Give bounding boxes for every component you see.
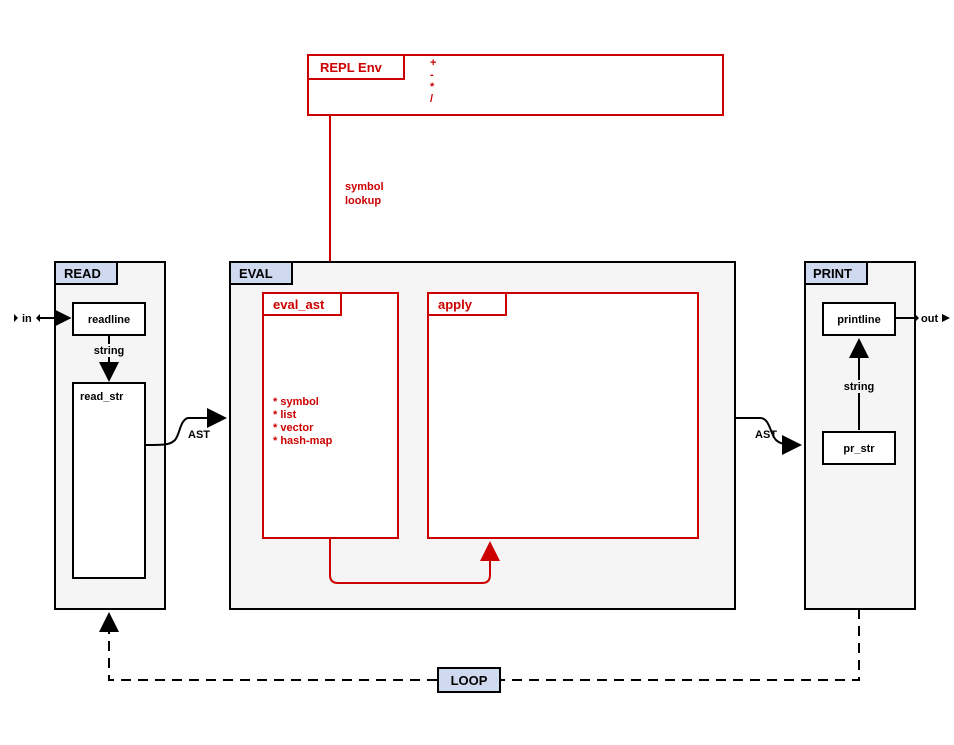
read-str-label: read_str bbox=[80, 391, 124, 403]
print-title: PRINT bbox=[813, 266, 852, 281]
repl-env-box: REPL Env + - * / bbox=[308, 55, 723, 115]
repl-env-op: - bbox=[430, 69, 434, 81]
arrow-ast-eval-print: AST bbox=[735, 418, 800, 445]
printline-label: printline bbox=[837, 314, 880, 326]
label-in: in bbox=[22, 313, 32, 325]
label-lookup: lookup bbox=[345, 195, 381, 207]
repl-env-title: REPL Env bbox=[320, 60, 383, 75]
pr-str-label: pr_str bbox=[843, 443, 875, 455]
label-string-read: string bbox=[94, 345, 125, 357]
eval-panel: EVAL eval_ast * symbol * list * vector *… bbox=[230, 262, 735, 609]
print-panel: PRINT printline string pr_str bbox=[805, 262, 915, 609]
apply-title: apply bbox=[438, 297, 473, 312]
read-panel: READ readline string string read_str bbox=[55, 262, 165, 609]
label-symbol: symbol bbox=[345, 181, 384, 193]
loop-label: LOOP bbox=[451, 673, 488, 688]
apply-box: apply bbox=[428, 293, 698, 538]
repl-env-op: / bbox=[430, 93, 433, 105]
loop-arrow: LOOP bbox=[109, 609, 859, 692]
repl-env-op: * bbox=[430, 81, 435, 93]
readline-label: readline bbox=[88, 314, 130, 326]
eval-ast-item: * vector bbox=[273, 422, 314, 434]
eval-title: EVAL bbox=[239, 266, 273, 281]
label-ast-1: AST bbox=[188, 429, 210, 441]
read-title: READ bbox=[64, 266, 101, 281]
eval-ast-item: * hash-map bbox=[273, 435, 333, 447]
read-str-box bbox=[73, 383, 145, 578]
eval-ast-box: eval_ast * symbol * list * vector * hash… bbox=[263, 293, 398, 538]
eval-ast-item: * symbol bbox=[273, 396, 319, 408]
repl-env-op: + bbox=[430, 57, 436, 69]
eval-ast-item: * list bbox=[273, 409, 297, 421]
label-string-print: string bbox=[844, 381, 875, 393]
eval-ast-title: eval_ast bbox=[273, 297, 325, 312]
repl-diagram: REPL Env + - * / symbol lookup READ read… bbox=[0, 0, 954, 745]
label-out: out bbox=[921, 313, 938, 325]
label-ast-2: AST bbox=[755, 429, 777, 441]
